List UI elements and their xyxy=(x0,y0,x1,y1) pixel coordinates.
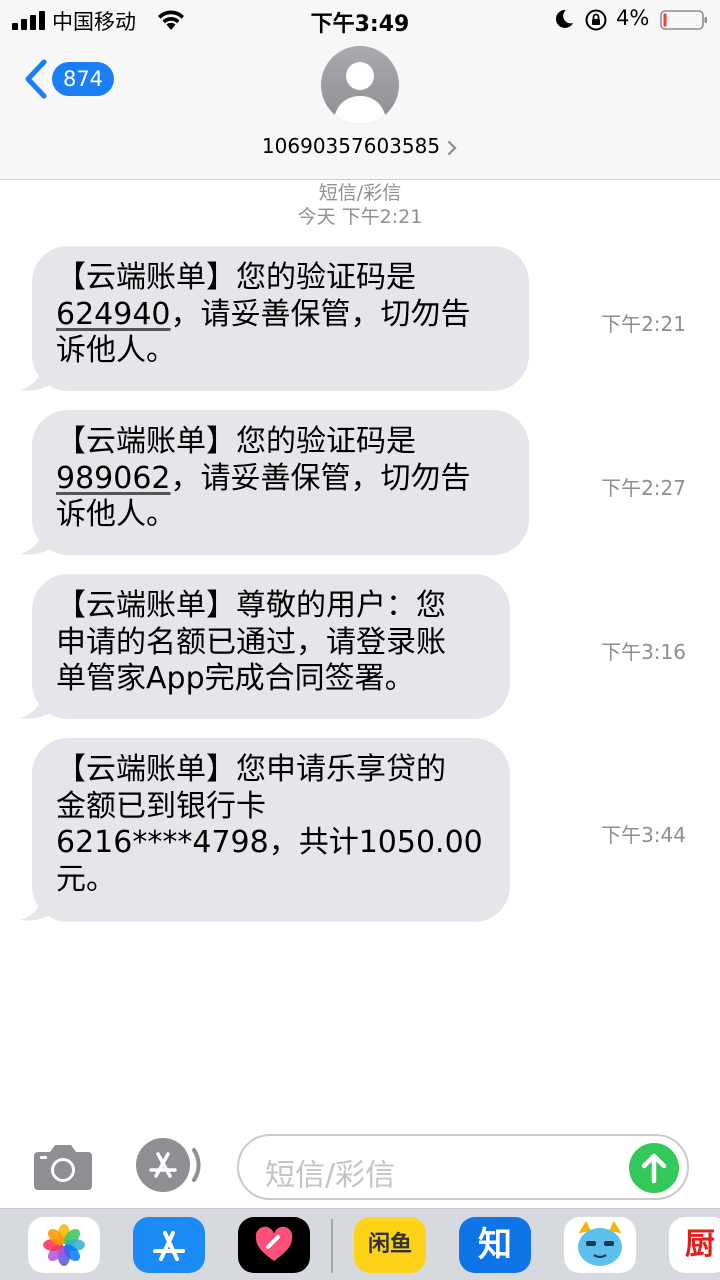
message-line: 989062，请妥善保管，切勿告 xyxy=(56,461,505,498)
photos-icon[interactable] xyxy=(28,1217,100,1273)
message-bubble[interactable]: 【云端账单】您的验证码是 989062，请妥善保管，切勿告 诉他人。 xyxy=(32,410,529,555)
arrow-up-icon xyxy=(641,1153,667,1184)
message-text: ，请妥善保管，切勿告 xyxy=(170,296,471,332)
message-time: 下午2:21 xyxy=(601,312,686,336)
red-app-icon[interactable]: 厨 xyxy=(669,1217,720,1273)
red-app-label: 厨 xyxy=(685,1227,715,1262)
unread-count-badge: 874 xyxy=(52,62,114,96)
message-time: 下午3:44 xyxy=(601,823,686,847)
message-line: 诉他人。 xyxy=(56,333,176,368)
message-line: 诉他人。 xyxy=(56,497,176,532)
date-label: 今天 下午2:21 xyxy=(297,206,423,228)
zhihu-app-label: 知 xyxy=(478,1225,512,1265)
message-input-placeholder: 短信/彩信 xyxy=(265,1158,396,1193)
battery-percent: 4% xyxy=(616,6,650,30)
message-time: 下午2:27 xyxy=(601,476,686,500)
message-line: 【云端账单】您的验证码是 xyxy=(56,424,416,459)
message-line: 单管家App完成合同签署。 xyxy=(56,661,415,696)
message-type-label: 短信/彩信 xyxy=(318,182,402,204)
compose-bar: 短信/彩信 xyxy=(0,1124,720,1210)
heart-app-icon[interactable] xyxy=(238,1217,310,1273)
do-not-disturb-icon xyxy=(555,9,573,28)
person-silhouette-icon xyxy=(333,62,387,124)
app-store-icon[interactable] xyxy=(134,1138,204,1192)
message-line: 624940，请妥善保管，切勿告 xyxy=(56,297,505,334)
message-text: ，请妥善保管，切勿告 xyxy=(170,460,471,496)
app-store-app-icon[interactable] xyxy=(133,1217,205,1273)
cartoon-app-icon[interactable] xyxy=(564,1217,636,1273)
verification-code-link[interactable]: 624940 xyxy=(56,297,171,332)
status-bar: 中国移动 下午3:49 4% xyxy=(0,0,720,40)
phone-number: 10690357603585 xyxy=(261,134,441,158)
drawer-divider xyxy=(331,1219,333,1273)
message-bubble[interactable]: 【云端账单】您的验证码是 624940，请妥善保管，切勿告 诉他人。 xyxy=(32,246,529,391)
chevron-left-icon xyxy=(25,59,47,99)
chevron-right-icon xyxy=(447,140,457,155)
message-bubble[interactable]: 【云端账单】尊敬的用户：您 申请的名额已通过，请登录账 单管家App完成合同签署… xyxy=(32,574,510,719)
message-line: 金额已到银行卡 xyxy=(56,788,266,824)
battery-icon xyxy=(660,10,707,30)
message-line: 【云端账单】您的验证码是 xyxy=(56,260,416,295)
xianyu-app-icon[interactable]: 闲鱼 xyxy=(354,1217,426,1273)
message-time: 下午3:16 xyxy=(601,640,686,664)
message-line: 申请的名额已通过，请登录账 xyxy=(56,624,446,660)
status-time: 下午3:49 xyxy=(310,12,410,37)
message-line: 元。 xyxy=(56,861,116,897)
message-bubble[interactable]: 【云端账单】您申请乐享贷的 金额已到银行卡 6216****4798，共计105… xyxy=(32,738,510,922)
camera-icon[interactable] xyxy=(32,1142,94,1192)
message-input[interactable]: 短信/彩信 xyxy=(237,1134,689,1200)
conversation-header: 874 10690357603585 xyxy=(0,40,720,180)
message-line: 6216****4798，共计1050.00 xyxy=(56,825,483,860)
cartoon-face-icon xyxy=(578,1220,622,1266)
heart-icon xyxy=(255,1226,293,1261)
app-drawer: 闲鱼 知 厨 xyxy=(0,1208,720,1280)
zhihu-app-icon[interactable]: 知 xyxy=(459,1217,531,1273)
send-button[interactable] xyxy=(629,1143,679,1193)
xianyu-app-label: 闲鱼 xyxy=(367,1232,412,1257)
message-line: 【云端账单】尊敬的用户：您 xyxy=(56,588,446,623)
photos-flower-icon xyxy=(43,1224,85,1266)
contact-avatar[interactable] xyxy=(321,46,399,124)
message-line: 【云端账单】您申请乐享贷的 xyxy=(56,752,446,787)
messages-screen: 中国移动 下午3:49 4% 874 10690357603585 短信/彩信 … xyxy=(0,0,720,1280)
app-store-a-icon xyxy=(153,1231,185,1261)
back-button[interactable]: 874 xyxy=(22,58,118,100)
rotation-lock-icon xyxy=(585,9,607,31)
contact-details-link[interactable]: 10690357603585 xyxy=(0,134,720,158)
verification-code-link[interactable]: 989062 xyxy=(56,461,171,496)
